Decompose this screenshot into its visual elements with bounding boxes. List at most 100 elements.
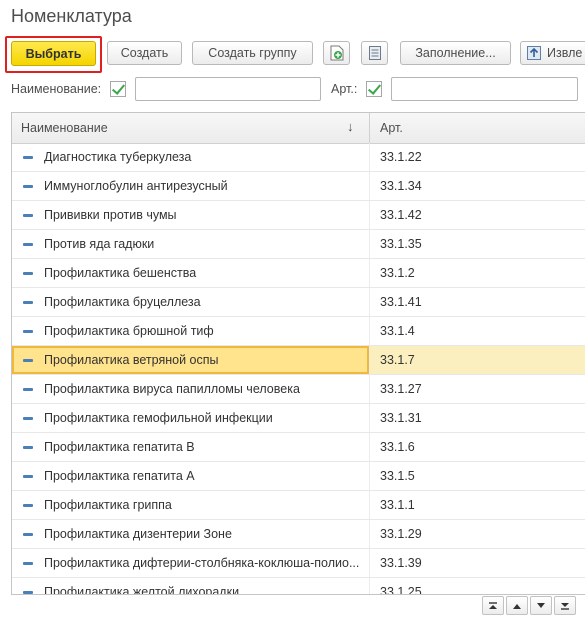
list-button[interactable]	[361, 41, 388, 65]
extract-label: Извле	[547, 46, 583, 60]
row-name: Профилактика гриппа	[44, 498, 172, 512]
row-name: Против яда гадюки	[44, 237, 155, 251]
row-name: Профилактика бруцеллеза	[44, 295, 201, 309]
dash-icon	[23, 272, 33, 275]
extract-button[interactable]: Извле	[520, 41, 585, 65]
row-art: 33.1.4	[380, 324, 415, 338]
list-icon	[368, 46, 381, 60]
first-page-icon	[489, 601, 497, 609]
row-name: Профилактика желтой лихорадки	[44, 585, 240, 595]
toolbar: Выбрать Создать Создать группу Заполнени…	[0, 36, 585, 73]
table-row[interactable]: Профилактика дифтерии-столбняка-коклюша-…	[12, 549, 585, 578]
column-divider	[369, 549, 370, 577]
column-divider	[369, 433, 370, 461]
column-divider	[369, 346, 370, 374]
column-header-art[interactable]: Арт.	[380, 121, 403, 135]
table-row[interactable]: Профилактика бешенства 33.1.2	[12, 259, 585, 288]
dash-icon	[23, 504, 33, 507]
page-title: Номенклатура	[11, 6, 132, 26]
row-name: Профилактика ветряной оспы	[44, 353, 219, 367]
table-row[interactable]: Профилактика брюшной тиф 33.1.4	[12, 317, 585, 346]
column-divider	[369, 143, 370, 171]
row-name: Прививки против чумы	[44, 208, 177, 222]
column-divider	[369, 317, 370, 345]
dash-icon	[23, 417, 33, 420]
copy-button[interactable]	[323, 41, 350, 65]
column-divider	[369, 230, 370, 258]
column-divider	[369, 288, 370, 316]
art-filter-label: Арт.:	[331, 82, 358, 96]
dash-icon	[23, 475, 33, 478]
table-row[interactable]: Профилактика гепатита В 33.1.6	[12, 433, 585, 462]
column-divider	[369, 172, 370, 200]
column-divider	[369, 578, 370, 594]
scroll-up-button[interactable]	[506, 596, 528, 615]
dash-icon	[23, 185, 33, 188]
art-filter-input[interactable]	[391, 77, 578, 101]
column-divider	[369, 491, 370, 519]
scroll-top-button[interactable]	[482, 596, 504, 615]
down-arrow-icon	[537, 602, 545, 608]
row-art: 33.1.25	[380, 585, 422, 595]
column-divider	[369, 462, 370, 490]
row-name: Профилактика дифтерии-столбняка-коклюша-…	[44, 556, 360, 570]
column-header-name[interactable]: Наименование	[21, 121, 108, 135]
scroll-bottom-button[interactable]	[554, 596, 576, 615]
dash-icon	[23, 156, 33, 159]
name-filter-input[interactable]	[135, 77, 321, 101]
row-art: 33.1.29	[380, 527, 422, 541]
filter-row: Наименование: Арт.:	[0, 76, 585, 104]
copy-icon	[330, 45, 343, 61]
table-row[interactable]: Профилактика желтой лихорадки 33.1.25	[12, 578, 585, 595]
upload-icon	[527, 46, 541, 60]
column-divider	[369, 201, 370, 229]
dash-icon	[23, 591, 33, 594]
table-row[interactable]: Профилактика гриппа 33.1.1	[12, 491, 585, 520]
column-divider	[369, 375, 370, 403]
dash-icon	[23, 214, 33, 217]
dash-icon	[23, 388, 33, 391]
row-art: 33.1.39	[380, 556, 422, 570]
dash-icon	[23, 562, 33, 565]
row-art: 33.1.6	[380, 440, 415, 454]
table-row[interactable]: Профилактика вируса папилломы человека 33…	[12, 375, 585, 404]
table-row[interactable]: Профилактика гепатита А 33.1.5	[12, 462, 585, 491]
table-body: Диагностика туберкулеза 33.1.22 Иммуноглоб…	[12, 143, 585, 595]
row-name: Профилактика гепатита В	[44, 440, 195, 454]
table-row[interactable]: Профилактика дизентерии Зоне 33.1.29	[12, 520, 585, 549]
row-art: 33.1.5	[380, 469, 415, 483]
row-name: Иммуноглобулин антирезусный	[44, 179, 228, 193]
row-art: 33.1.42	[380, 208, 422, 222]
row-art: 33.1.1	[380, 498, 415, 512]
table-row[interactable]: Профилактика бруцеллеза 33.1.41	[12, 288, 585, 317]
select-button[interactable]: Выбрать	[11, 41, 96, 66]
dash-icon	[23, 243, 33, 246]
up-arrow-icon	[513, 603, 521, 609]
column-divider	[369, 520, 370, 548]
row-name: Профилактика брюшной тиф	[44, 324, 214, 338]
sort-down-icon: ↓	[347, 119, 354, 134]
table-row[interactable]: Профилактика гемофильной инфекции 33.1.31	[12, 404, 585, 433]
table-row[interactable]: Диагностика туберкулеза 33.1.22	[12, 143, 585, 172]
row-art: 33.1.35	[380, 237, 422, 251]
table-row[interactable]: Против яда гадюки 33.1.35	[12, 230, 585, 259]
row-art: 33.1.34	[380, 179, 422, 193]
scroll-down-button[interactable]	[530, 596, 552, 615]
create-group-button[interactable]: Создать группу	[192, 41, 313, 65]
art-filter-checkbox[interactable]	[366, 81, 382, 97]
table-row-selected[interactable]: Профилактика ветряной оспы 33.1.7	[12, 346, 585, 375]
column-divider	[369, 259, 370, 287]
row-art: 33.1.27	[380, 382, 422, 396]
nomenclature-table: Наименование ↓ Арт. Диагностика туберкул…	[11, 112, 585, 595]
name-filter-checkbox[interactable]	[110, 81, 126, 97]
dash-icon	[23, 301, 33, 304]
dash-icon	[23, 330, 33, 333]
row-name: Профилактика вируса папилломы человека	[44, 382, 300, 396]
create-button[interactable]: Создать	[107, 41, 182, 65]
row-art: 33.1.41	[380, 295, 422, 309]
table-row[interactable]: Иммуноглобулин антирезусный 33.1.34	[12, 172, 585, 201]
row-name: Профилактика гепатита А	[44, 469, 195, 483]
table-row[interactable]: Прививки против чумы 33.1.42	[12, 201, 585, 230]
dash-icon	[23, 359, 33, 362]
fill-button[interactable]: Заполнение...	[400, 41, 511, 65]
